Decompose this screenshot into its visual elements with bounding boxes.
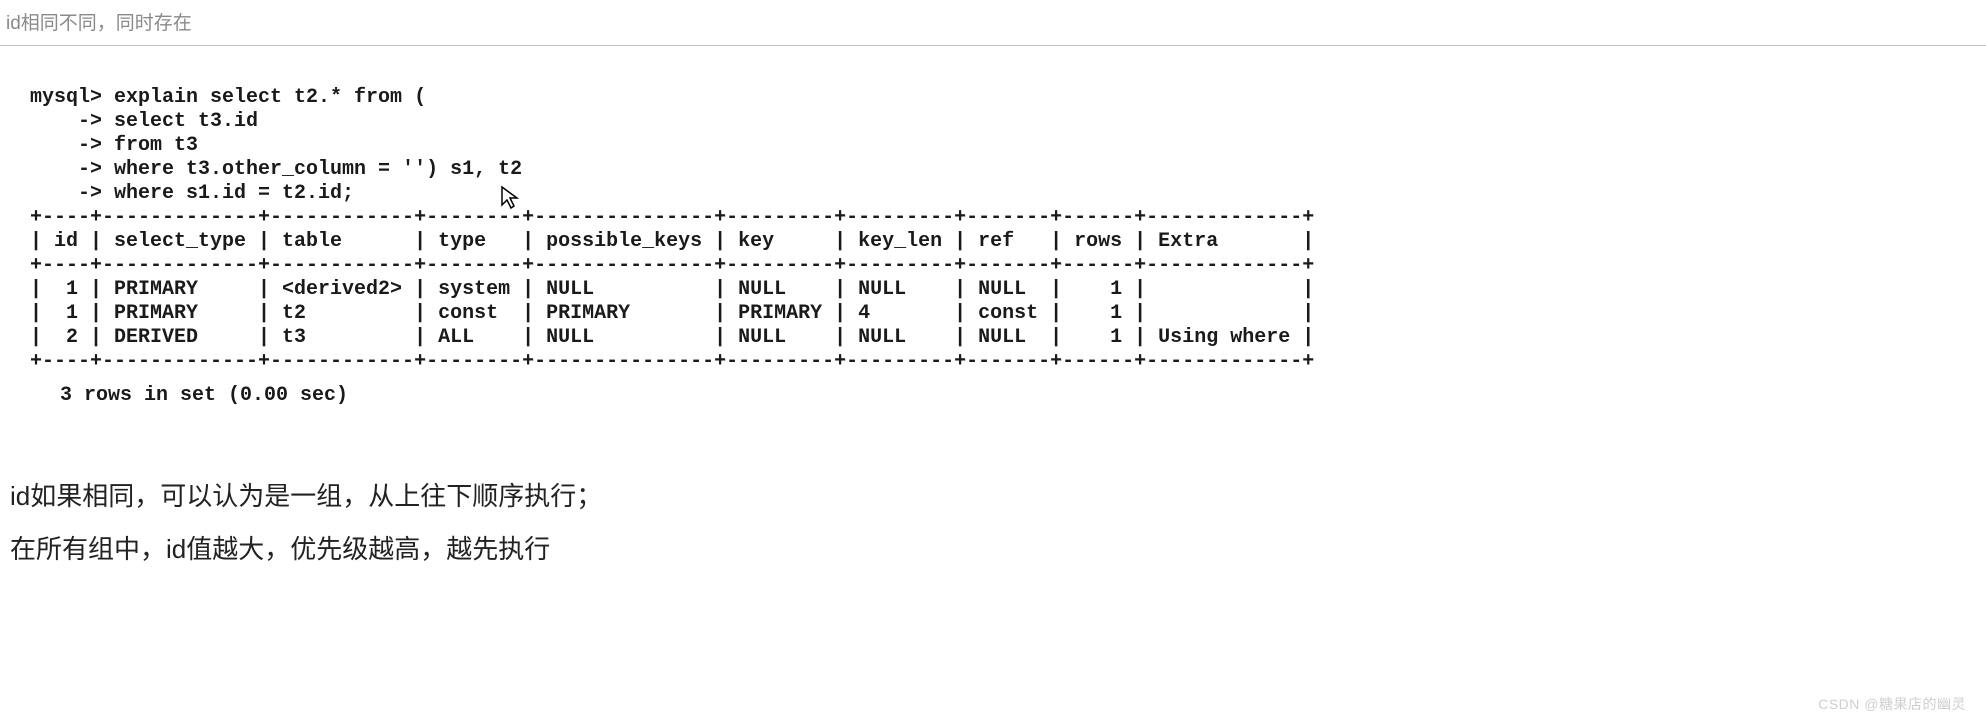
result-summary: 3 rows in set (0.00 sec): [30, 374, 1986, 407]
watermark: CSDN @糖果店的幽灵: [1818, 694, 1966, 714]
explanation-line-1: id如果相同，可以认为是一组，从上往下顺序执行；: [10, 477, 1986, 516]
heading-caption: id相同不同，同时存在: [0, 0, 1986, 46]
explanation-line-2: 在所有组中，id值越大，优先级越高，越先执行: [10, 530, 1986, 569]
explanation-block: id如果相同，可以认为是一组，从上往下顺序执行； 在所有组中，id值越大，优先级…: [0, 427, 1986, 569]
explain-result-table: +----+-------------+------------+-------…: [30, 206, 1986, 374]
sql-query: mysql> explain select t2.* from ( -> sel…: [30, 86, 1986, 206]
terminal-block: mysql> explain select t2.* from ( -> sel…: [0, 46, 1986, 427]
